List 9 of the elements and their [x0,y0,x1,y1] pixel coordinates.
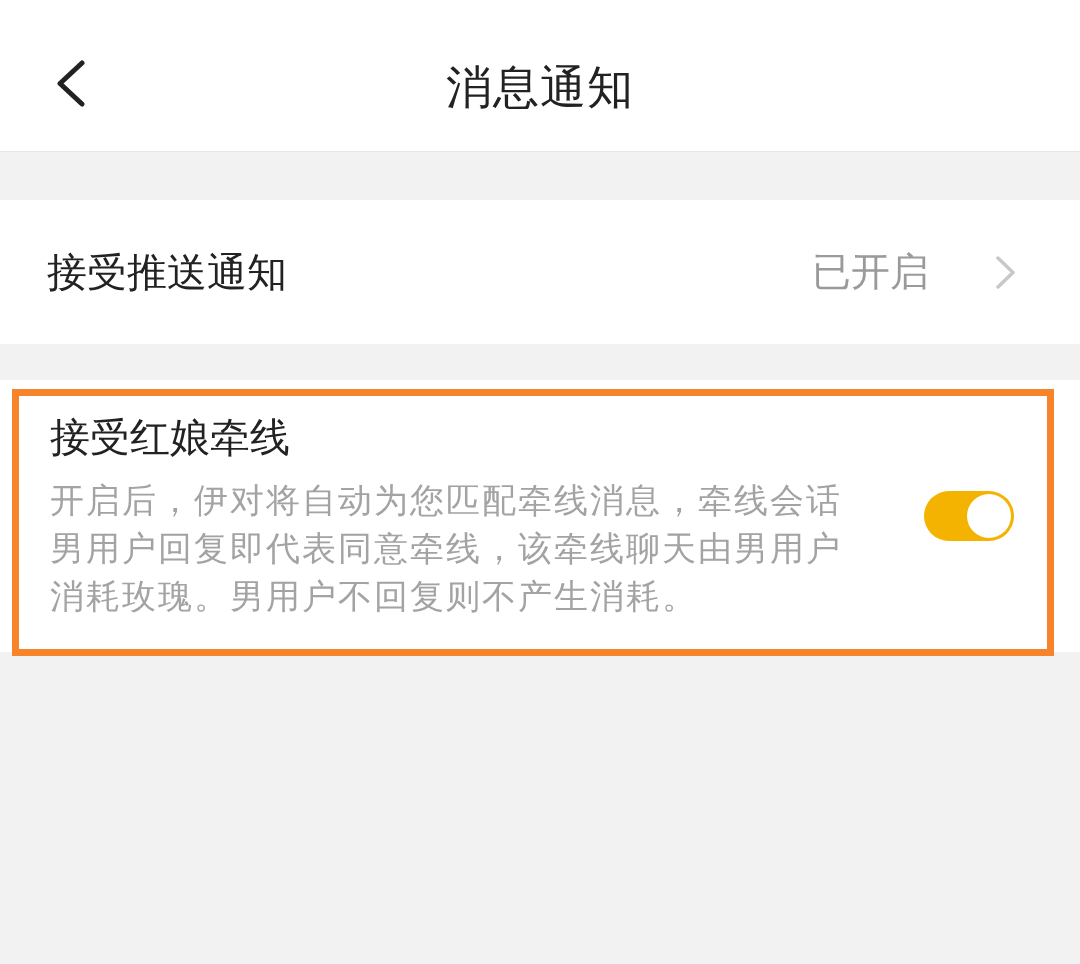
page-title: 消息通知 [446,59,634,115]
toggle-switch[interactable] [924,491,1014,541]
chevron-left-icon [55,60,86,107]
status-value: 已开启 [812,249,929,295]
setting-label: 接受红娘牵线 [50,413,291,461]
setting-label: 接受推送通知 [47,249,288,296]
settings-row[interactable]: 接受推送通知 已开启 [0,200,1080,344]
setting-description: 开启后，伊对将自动为您匹配牵线消息，牵线会话男用户回复即代表同意牵线，该牵线聊天由男用户消耗玫瑰。男用户不回复则不产生消耗。 [50,479,843,617]
chevron-right-icon [995,255,1016,289]
